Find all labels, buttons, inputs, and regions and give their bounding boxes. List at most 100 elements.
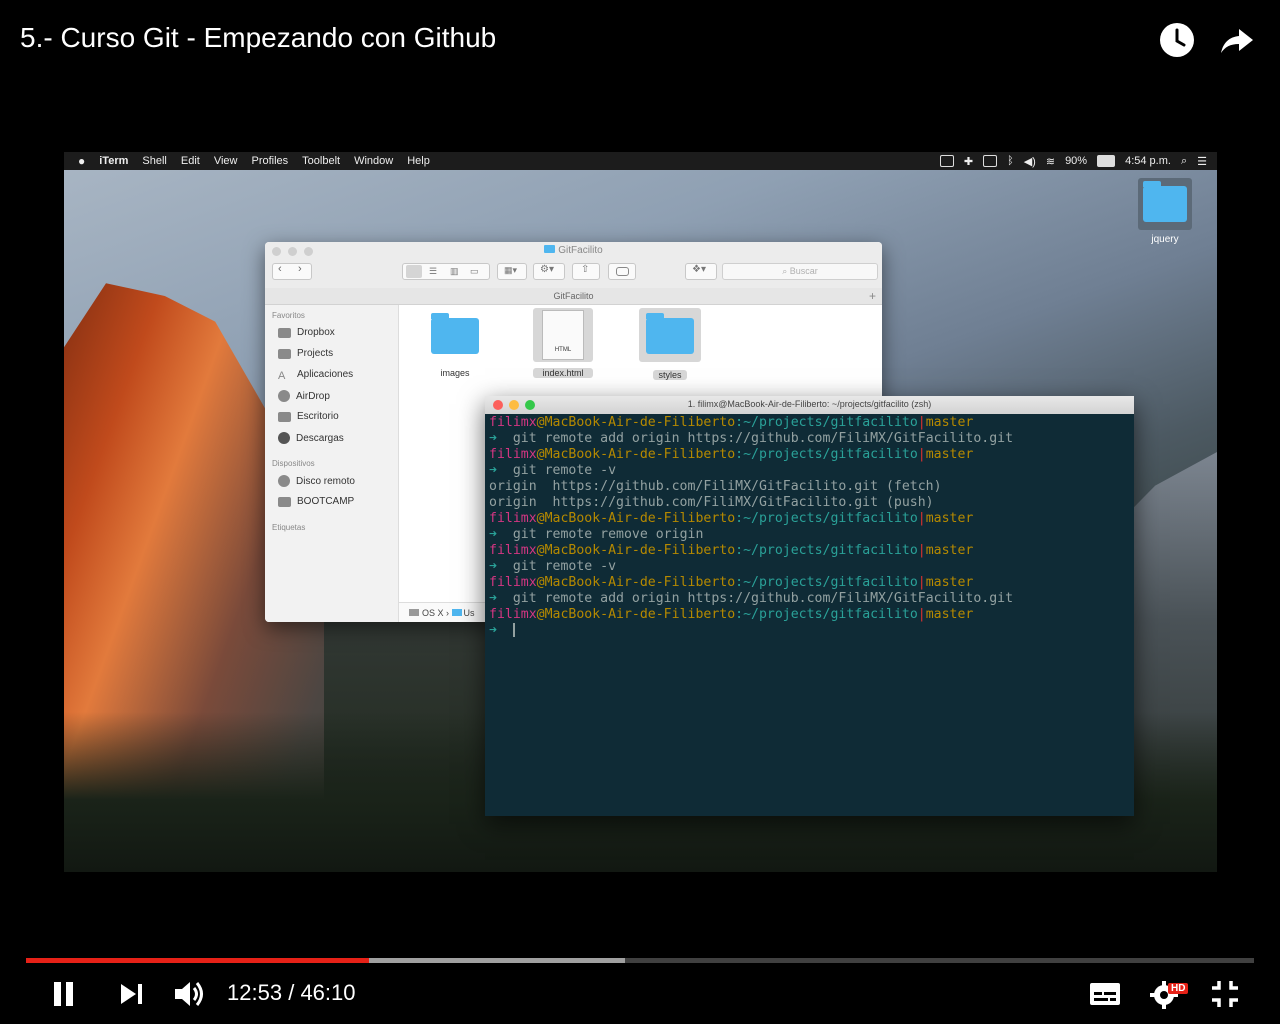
prompt-branch: master [925, 511, 974, 526]
prompt-arrow-icon: ➜ [489, 559, 497, 574]
camera-icon[interactable] [939, 155, 954, 167]
dropbox-button[interactable]: ❖▾ [685, 263, 717, 280]
prompt-bar: | [917, 415, 926, 430]
command-text: git remote add origin https://github.com… [496, 591, 1014, 606]
prompt-colon: : [735, 447, 744, 462]
folder-title-icon [544, 245, 556, 253]
terminal-window[interactable]: 1. filimx@MacBook-Air-de-Filiberto: ~/pr… [485, 396, 1134, 816]
sidebar-section-etiquetas: Etiquetas [272, 523, 306, 532]
sidebar-item-dropbox[interactable]: Dropbox [278, 327, 335, 338]
folder-icon [278, 348, 291, 359]
prompt-host: MacBook-Air-de-Filiberto [544, 607, 736, 622]
file-item-images[interactable]: images [423, 313, 487, 378]
plus-icon[interactable]: ✚ [964, 155, 973, 168]
next-icon[interactable] [114, 976, 150, 1012]
prompt-user: filimx [489, 543, 537, 558]
menu-shell[interactable]: Shell [142, 155, 166, 167]
prompt-line: filimx@MacBook-Air-de-Filiberto:~/projec… [489, 415, 1129, 431]
menu-help[interactable]: Help [407, 155, 430, 167]
icon-view-icon[interactable] [406, 265, 422, 278]
sidebar-item-label: Aplicaciones [297, 369, 354, 380]
menu-view[interactable]: View [214, 155, 238, 167]
arrange-icon: ▦▾ [504, 265, 518, 275]
menubar-clock[interactable]: 4:54 p.m. [1125, 155, 1171, 167]
prompt-host: MacBook-Air-de-Filiberto [544, 543, 736, 558]
prompt-at: @ [536, 575, 545, 590]
prompt-at: @ [536, 543, 545, 558]
volume-icon[interactable] [172, 976, 208, 1012]
settings-icon[interactable] [1146, 976, 1182, 1012]
airdrop-icon [278, 390, 290, 402]
menu-app-name[interactable]: iTerm [99, 155, 128, 167]
action-button[interactable]: ⚙▾ [533, 263, 565, 280]
prompt-path: ~/projects/gitfacilito [743, 415, 918, 430]
file-item-index-html[interactable]: HTML index.html [533, 308, 593, 378]
share-finder-button[interactable]: ⇧ [572, 263, 600, 280]
watch-later-icon[interactable] [1159, 22, 1195, 58]
cover-flow-icon[interactable]: ▭ [470, 266, 479, 277]
exit-fullscreen-icon[interactable] [1207, 976, 1243, 1012]
view-mode-buttons[interactable]: ☰ ▥ ▭ [402, 263, 490, 280]
prompt-host: MacBook-Air-de-Filiberto [544, 575, 736, 590]
sidebar-item-aplicaciones[interactable]: A Aplicaciones [278, 369, 354, 382]
terminal-titlebar: 1. filimx@MacBook-Air-de-Filiberto: ~/pr… [485, 396, 1134, 414]
menu-toolbelt[interactable]: Toolbelt [302, 155, 340, 167]
finder-sidebar: Favoritos Dropbox Projects A Aplicaciones… [265, 305, 399, 622]
spotlight-icon[interactable]: ⌕ [1181, 155, 1187, 168]
time-separator: / [288, 980, 295, 1005]
sidebar-item-escritorio[interactable]: Escritorio [278, 411, 339, 422]
prompt-line: filimx@MacBook-Air-de-Filiberto:~/projec… [489, 511, 1129, 527]
sidebar-item-label: Escritorio [297, 411, 339, 422]
wifi-icon[interactable]: ≋ [1046, 155, 1055, 168]
file-item-styles[interactable]: styles [639, 308, 701, 380]
finder-title: GitFacilito [265, 245, 882, 256]
desktop-folder-icon[interactable] [1138, 178, 1192, 230]
prompt-path: ~/projects/gitfacilito [743, 447, 918, 462]
finder-search-input[interactable]: ⌕ Buscar [722, 263, 878, 280]
subtitles-icon[interactable] [1087, 976, 1123, 1012]
desktop-folder-label[interactable]: jquery [1128, 234, 1202, 245]
volume-status-icon[interactable]: ◀) [1024, 155, 1036, 168]
arrange-button[interactable]: ▦▾ [497, 263, 527, 280]
finder-path-title: GitFacilito + [265, 288, 882, 305]
prompt-colon: : [735, 511, 744, 526]
prompt-host: MacBook-Air-de-Filiberto [544, 447, 736, 462]
prompt-path: ~/projects/gitfacilito [743, 543, 918, 558]
sidebar-item-bootcamp[interactable]: BOOTCAMP [278, 496, 354, 507]
forward-icon[interactable]: › [298, 263, 302, 275]
notification-center-icon[interactable]: ☰ [1197, 155, 1207, 168]
bluetooth-icon[interactable]: ᛒ [1007, 155, 1014, 167]
command-line-current[interactable]: ➜ [489, 623, 1129, 639]
menu-window[interactable]: Window [354, 155, 393, 167]
menu-edit[interactable]: Edit [181, 155, 200, 167]
tag-button[interactable] [608, 263, 636, 280]
prompt-arrow-icon: ➜ [489, 463, 497, 478]
output-line: origin https://github.com/FiliMX/GitFaci… [489, 495, 934, 510]
prompt-bar: | [917, 607, 926, 622]
path-segment-users[interactable]: Us [464, 608, 475, 618]
pause-icon[interactable] [46, 976, 82, 1012]
terminal-output[interactable]: filimx@MacBook-Air-de-Filiberto:~/projec… [489, 415, 1129, 639]
column-view-icon[interactable]: ▥ [450, 266, 459, 277]
prompt-at: @ [536, 415, 545, 430]
sidebar-item-label: Dropbox [297, 327, 335, 338]
list-view-icon[interactable]: ☰ [429, 266, 437, 277]
video-title[interactable]: 5.- Curso Git - Empezando con Github [20, 22, 496, 54]
back-icon[interactable]: ‹ [278, 263, 282, 275]
apple-menu-icon[interactable]: ● [78, 154, 85, 168]
prompt-path: ~/projects/gitfacilito [743, 575, 918, 590]
prompt-user: filimx [489, 511, 537, 526]
share-icon[interactable] [1219, 22, 1255, 58]
menu-profiles[interactable]: Profiles [251, 155, 288, 167]
sidebar-item-disco-remoto[interactable]: Disco remoto [278, 475, 355, 487]
path-segment-osx[interactable]: OS X [422, 608, 444, 618]
new-tab-icon[interactable]: + [869, 288, 876, 304]
airplay-icon[interactable] [983, 155, 998, 167]
battery-icon[interactable] [1097, 155, 1116, 167]
battery-percent[interactable]: 90% [1065, 155, 1087, 167]
back-forward-buttons[interactable]: ‹ › [272, 263, 312, 280]
sidebar-item-airdrop[interactable]: AirDrop [278, 390, 330, 402]
sidebar-item-descargas[interactable]: Descargas [278, 432, 344, 444]
sidebar-item-projects[interactable]: Projects [278, 348, 333, 359]
prompt-arrow-icon: ➜ [489, 527, 497, 542]
